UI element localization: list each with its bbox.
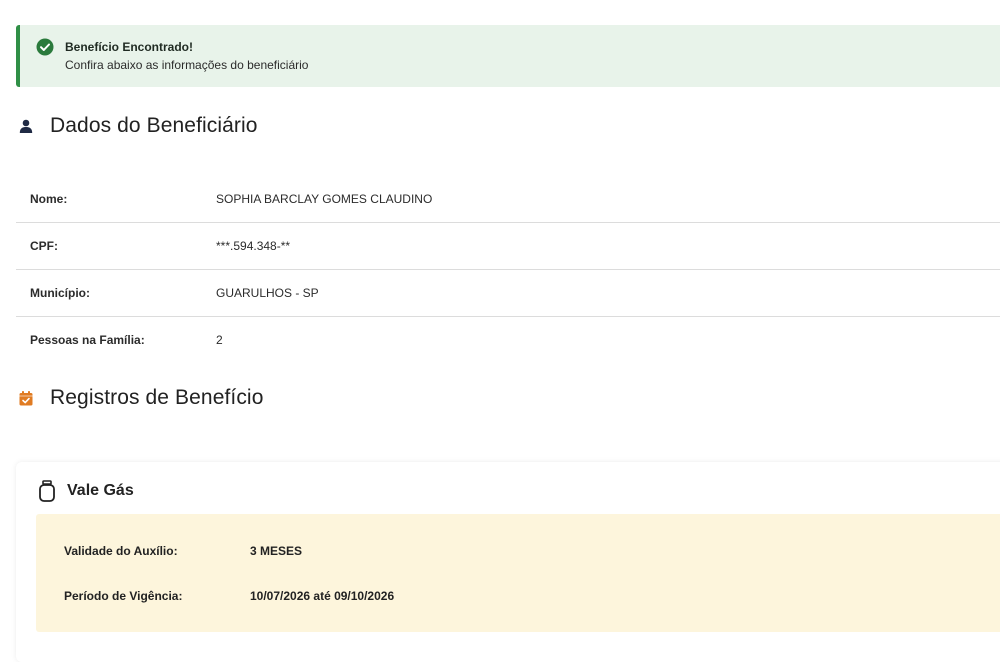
alert-title: Benefício Encontrado! — [65, 40, 194, 54]
beneficiary-section-header: Dados do Beneficiário — [18, 114, 258, 138]
row-value: GUARULHOS - SP — [216, 286, 319, 300]
beneficiary-heading: Dados do Beneficiário — [50, 114, 258, 137]
detail-value: 10/07/2026 até 09/10/2026 — [250, 589, 395, 603]
check-circle-icon — [36, 38, 54, 56]
benefit-details: Validade do Auxílio: 3 MESES Período de … — [36, 514, 1000, 632]
table-row-cpf: CPF: ***.594.348-** — [16, 223, 1000, 270]
calendar-check-icon — [18, 390, 34, 406]
alert-message: Confira abaixo as informações do benefic… — [65, 58, 309, 72]
detail-row-validity: Validade do Auxílio: 3 MESES — [64, 544, 302, 558]
table-row-name: Nome: SOPHIA BARCLAY GOMES CLAUDINO — [16, 176, 1000, 223]
detail-label: Período de Vigência: — [64, 589, 183, 603]
row-value: SOPHIA BARCLAY GOMES CLAUDINO — [216, 192, 433, 206]
detail-value: 3 MESES — [250, 544, 303, 558]
detail-label: Validade do Auxílio: — [64, 544, 178, 558]
card-title: Vale Gás — [67, 482, 134, 499]
beneficiary-table: Nome: SOPHIA BARCLAY GOMES CLAUDINO CPF:… — [16, 176, 1000, 363]
benefit-card: Vale Gás Validade do Auxílio: 3 MESES Pe… — [16, 462, 1000, 662]
row-value: ***.594.348-** — [216, 239, 291, 253]
records-section-header: Registros de Benefício — [18, 386, 263, 410]
user-icon — [18, 118, 34, 134]
table-row-municipality: Município: GUARULHOS - SP — [16, 270, 1000, 317]
table-row-family-size: Pessoas na Família: 2 — [16, 317, 1000, 363]
row-label: Nome: — [30, 192, 68, 206]
gas-cylinder-icon — [38, 480, 56, 502]
row-label: Município: — [30, 286, 90, 300]
records-heading: Registros de Benefício — [50, 386, 264, 409]
success-alert: Benefício Encontrado! Confira abaixo as … — [16, 25, 1000, 87]
row-label: CPF: — [30, 239, 58, 253]
row-label: Pessoas na Família: — [30, 333, 145, 347]
card-header: Vale Gás — [38, 480, 134, 502]
detail-row-period: Período de Vigência: 10/07/2026 até 09/1… — [64, 589, 394, 603]
row-value: 2 — [216, 333, 223, 347]
